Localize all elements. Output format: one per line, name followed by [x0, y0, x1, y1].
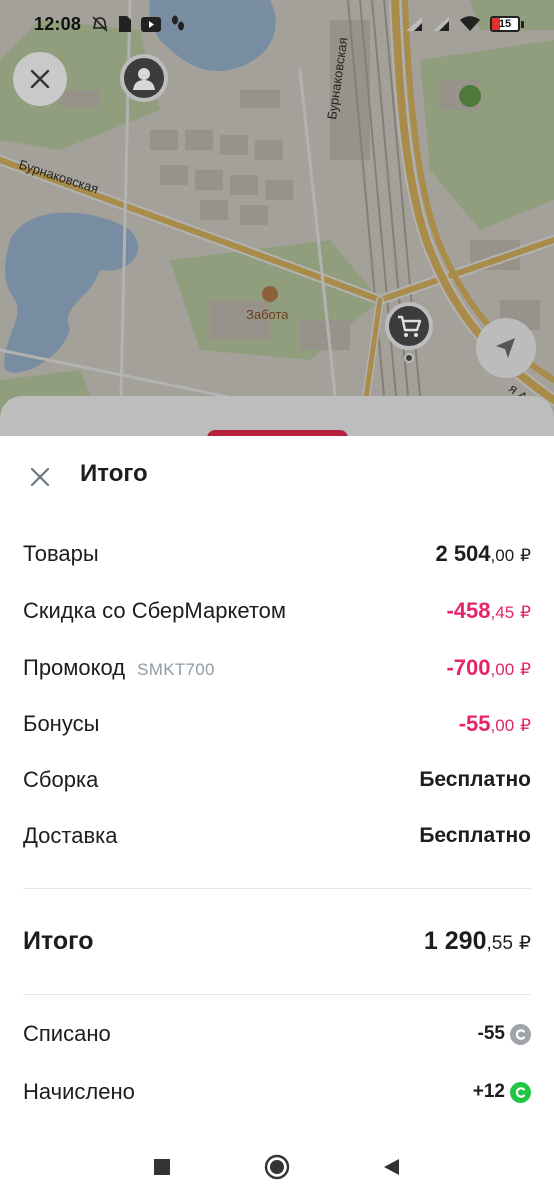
close-icon — [30, 69, 50, 89]
row-label: Начислено — [23, 1079, 135, 1104]
battery-icon: 15 — [490, 16, 524, 32]
store-pin[interactable] — [385, 302, 433, 363]
alarm-off-icon — [92, 16, 108, 32]
navigate-icon — [496, 338, 515, 358]
summary-row-discount: Скидка со СберМаркетом -458,45 ₽ — [23, 591, 531, 631]
row-label: Товары — [23, 541, 99, 566]
divider — [23, 888, 531, 889]
row-amount: -458,45 ₽ — [446, 598, 531, 623]
row-amount: -700,00 ₽ — [446, 655, 531, 680]
home-button[interactable] — [264, 1154, 290, 1180]
sim-icon — [119, 16, 132, 32]
divider — [23, 994, 531, 995]
bonus-coin-icon — [510, 1023, 531, 1045]
summary-row-promocode: Промокод SMKT700 -700,00 ₽ — [23, 648, 531, 688]
summary-sheet: Итого Товары 2 504,00 ₽ Скидка со СберМар… — [0, 436, 554, 1132]
sheet-header: Итого — [0, 436, 554, 516]
map-close-button[interactable] — [13, 52, 67, 106]
courier-pin-icon — [133, 68, 155, 90]
recent-apps-icon — [154, 1159, 170, 1175]
bonus-value: +12 — [473, 1081, 531, 1103]
battery-level: 15 — [498, 18, 512, 30]
row-label: Промокод SMKT700 — [23, 655, 215, 680]
bonus-coin-icon — [510, 1081, 531, 1103]
row-label: Доставка — [23, 823, 118, 848]
row-label: Списано — [23, 1021, 111, 1046]
row-label: Скидка со СберМаркетом — [23, 598, 287, 623]
signal-icon — [433, 17, 449, 31]
bonus-row-spent: Списано -55 — [23, 1014, 531, 1054]
sheet-close-button[interactable] — [24, 461, 56, 493]
status-bar: 12:08 15 — [0, 0, 554, 48]
row-label: Сборка — [23, 767, 99, 792]
total-amount: 1 290,55 ₽ — [423, 926, 531, 955]
cart-pin-icon — [398, 315, 422, 337]
total-label: Итого — [23, 926, 94, 955]
back-button[interactable] — [378, 1154, 404, 1180]
wifi-icon — [460, 16, 480, 31]
bonus-row-earned: Начислено +12 — [23, 1072, 531, 1112]
courier-pin[interactable] — [120, 54, 168, 102]
bonus-value: -55 — [478, 1023, 531, 1045]
row-label: Бонусы — [23, 711, 100, 736]
summary-row-assembly: Сборка Бесплатно — [23, 760, 531, 800]
summary-row-bonuses: Бонусы -55,00 ₽ — [23, 704, 531, 744]
row-value: Бесплатно — [419, 824, 531, 847]
promo-code: SMKT700 — [137, 660, 215, 679]
map[interactable]: Бурнаковская Бурнаковская я Ак Забота — [0, 0, 554, 440]
sheet-title: Итого — [80, 460, 148, 487]
system-nav-bar — [0, 1132, 554, 1200]
row-amount: 2 504,00 ₽ — [435, 541, 531, 566]
map-dim-overlay — [0, 0, 554, 440]
steps-icon — [172, 15, 185, 31]
status-time: 12:08 — [34, 13, 82, 34]
home-icon — [264, 1154, 290, 1180]
youtube-icon — [141, 16, 162, 32]
summary-row-goods: Товары 2 504,00 ₽ — [23, 534, 531, 574]
signal-icon — [406, 17, 422, 31]
recent-apps-button[interactable] — [149, 1154, 175, 1180]
total-row: Итого 1 290,55 ₽ — [23, 918, 531, 964]
row-value: Бесплатно — [419, 768, 531, 791]
back-icon — [384, 1159, 399, 1175]
summary-row-delivery: Доставка Бесплатно — [23, 816, 531, 856]
locate-button[interactable] — [476, 318, 536, 378]
row-amount: -55,00 ₽ — [458, 711, 531, 736]
close-icon — [30, 467, 50, 487]
